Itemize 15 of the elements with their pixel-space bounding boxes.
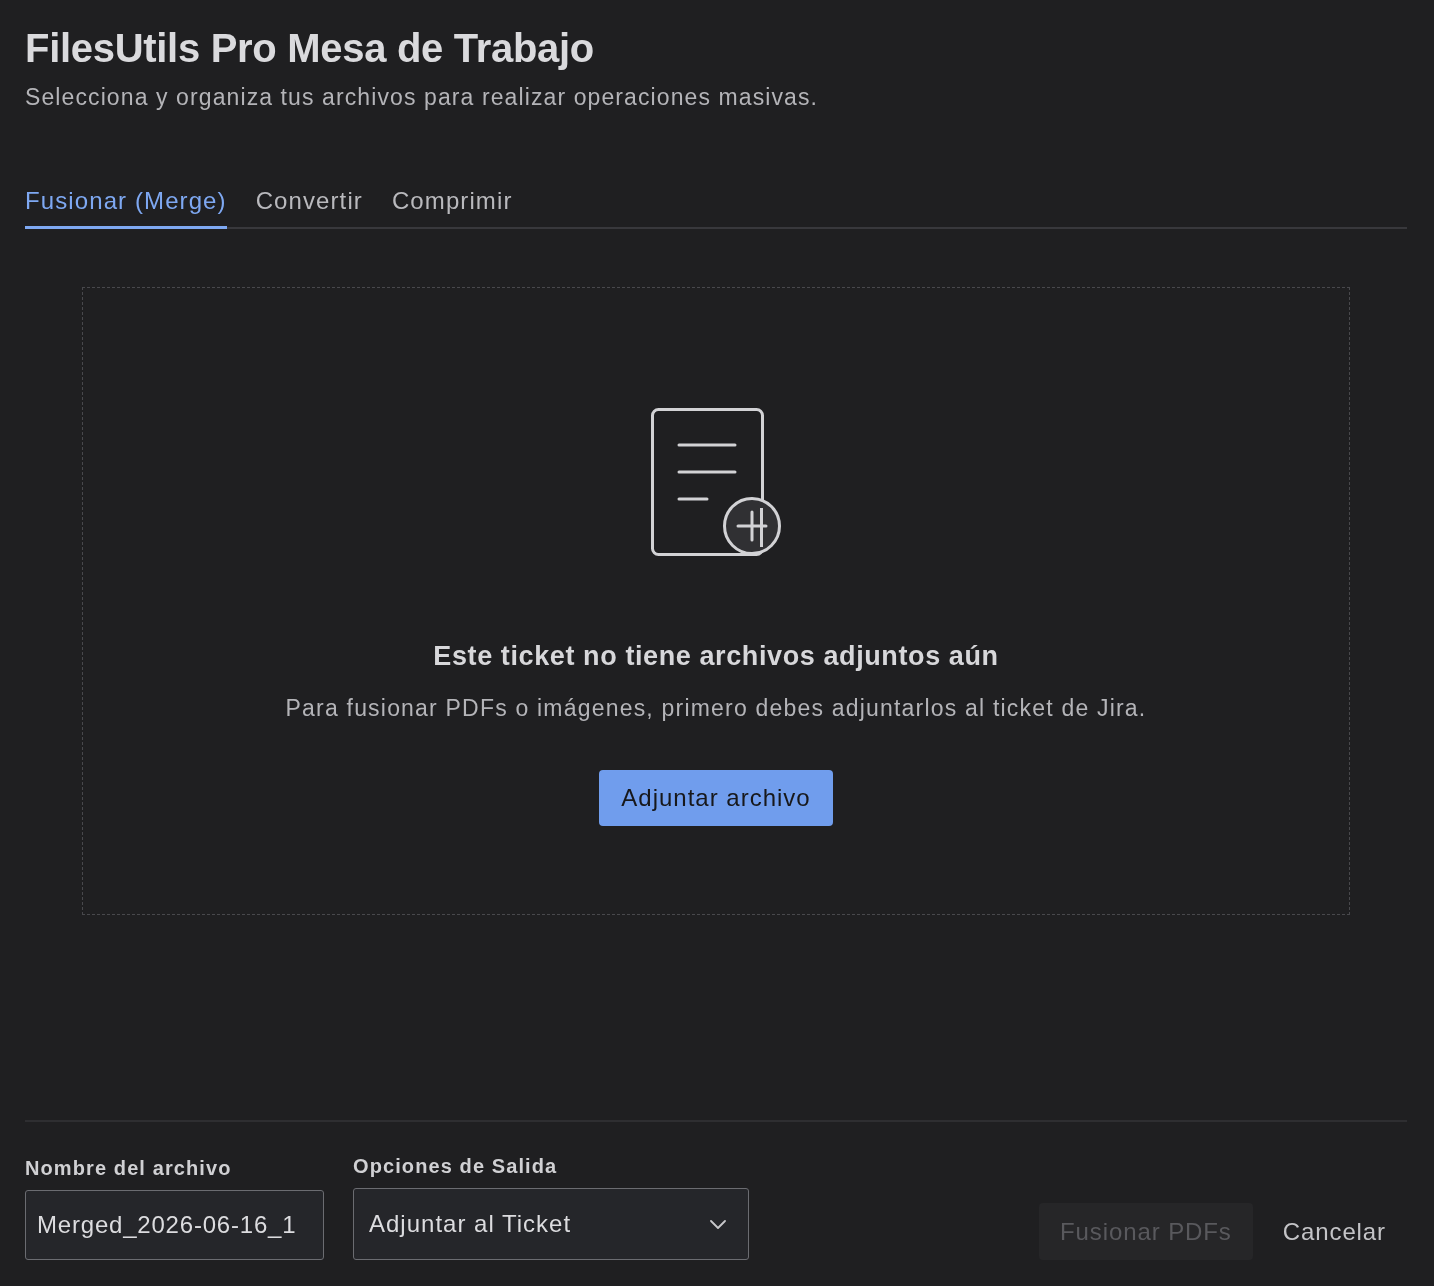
attach-file-button[interactable]: Adjuntar archivo <box>599 770 833 826</box>
page-title: FilesUtils Pro Mesa de Trabajo <box>25 25 595 72</box>
field-label: Opciones de Salida <box>353 1154 559 1178</box>
file-name-input[interactable]: Merged_2026-06-16_1 <box>25 1190 324 1260</box>
field-label: Nombre del archivo <box>25 1156 233 1180</box>
cancel-button[interactable]: Cancelar <box>1261 1203 1407 1260</box>
empty-state-message: Para fusionar PDFs o imágenes, primero debes adjuntarlos al ticket de Jira. <box>285 694 1147 722</box>
output-select[interactable]: Adjuntar al Ticket <box>353 1188 749 1260</box>
chevron-down-icon <box>710 1219 726 1229</box>
empty-state-heading: Este ticket no tiene archivos adjuntos aún <box>433 640 999 672</box>
tab[interactable]: Comprimir <box>391 185 513 229</box>
document-add-icon <box>650 408 782 557</box>
tab[interactable]: Convertir <box>255 185 363 229</box>
tab[interactable]: Fusionar (Merge) <box>25 185 227 229</box>
page-subtitle: Selecciona y organiza tus archivos para realizar operaciones masivas. <box>25 83 820 111</box>
